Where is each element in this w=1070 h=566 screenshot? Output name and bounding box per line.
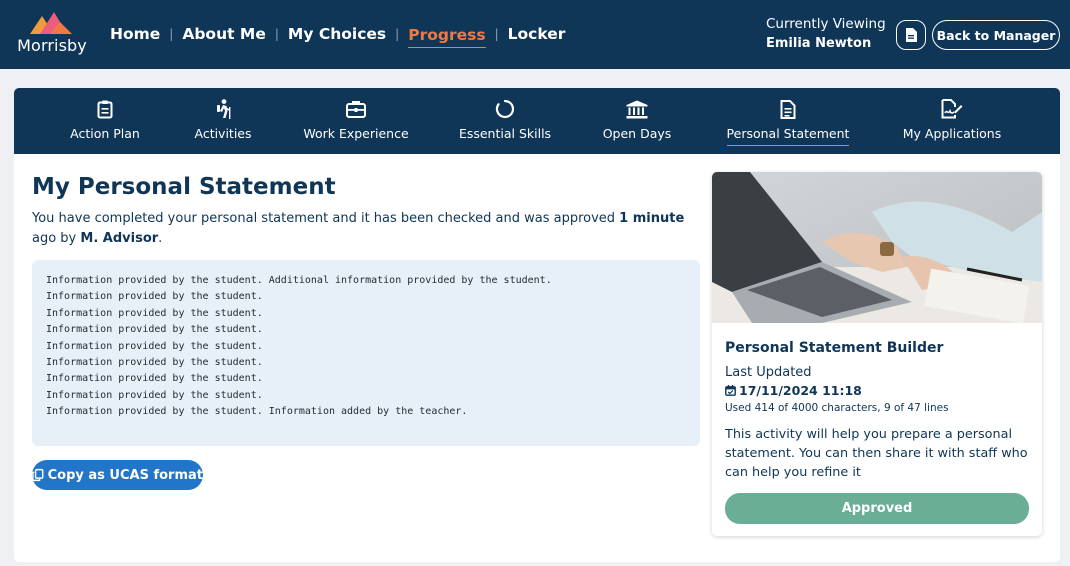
subnav-essential-skills-label: Essential Skills [458,126,552,141]
nav-my-choices[interactable]: My Choices [288,25,386,43]
clipboard-list-icon [97,98,113,120]
approval-status-text: You have completed your personal stateme… [32,209,702,249]
subnav-my-applications[interactable]: My Applications [900,88,1004,154]
copy-icon [32,468,44,482]
page-title: My Personal Statement [32,174,336,200]
currently-viewing-label: Currently Viewing [766,16,886,32]
statement-line: Information provided by the student. [46,373,263,385]
document-button[interactable] [896,20,926,50]
logo-mark-icon [30,12,72,34]
brand-name: Morrisby [17,36,87,55]
hiker-icon [215,98,232,120]
file-text-icon [780,98,796,120]
statement-line: Information provided by the student. Add… [46,275,552,286]
statement-builder-card: Personal Statement Builder Last Updated … [712,172,1042,536]
subnav-personal-statement-label: Personal Statement [726,126,850,146]
statement-line: Information provided by the student. [46,340,263,352]
builder-title: Personal Statement Builder [725,340,944,356]
nav-locker[interactable]: Locker [508,25,566,43]
subnav-open-days-label: Open Days [602,126,672,141]
copy-ucas-format-button[interactable]: Copy as UCAS format [32,460,203,490]
builder-description: This activity will help you prepare a pe… [725,427,1028,480]
brand-logo[interactable]: Morrisby [12,10,92,58]
statement-line: Information provided by the student. Inf… [46,406,468,418]
status-text-part: You have completed your personal stateme… [32,211,620,226]
character-usage: Used 414 of 4000 characters, 9 of 47 lin… [725,402,949,414]
subnav-activities-label: Activities [194,126,252,141]
top-bar: Morrisby Home | About Me | My Choices | … [0,0,1070,69]
subnav-action-plan[interactable]: Action Plan [70,88,140,154]
building-columns-icon [626,98,648,120]
subnav-work-experience[interactable]: Work Experience [303,88,409,154]
advisor-name: M. Advisor [80,231,159,246]
circle-progress-icon [495,98,515,120]
approved-status-badge: Approved [725,493,1029,524]
currently-viewing: Currently Viewing Emilia Newton [766,14,886,54]
personal-statement-text: Information provided by the student. Add… [32,260,700,446]
status-text-part: ago by [32,231,81,246]
top-navigation: Home | About Me | My Choices | Progress … [110,23,566,48]
nav-home[interactable]: Home [110,25,160,43]
nav-separator: | [494,27,499,41]
subnav-personal-statement[interactable]: Personal Statement [724,88,852,154]
nav-separator: | [395,27,400,41]
subnav-work-experience-label: Work Experience [303,126,409,141]
nav-separator: | [169,27,174,41]
subnav-action-plan-label: Action Plan [70,126,140,141]
subnav-essential-skills[interactable]: Essential Skills [458,88,552,154]
laptop-typing-photo [712,172,1042,323]
subnav-activities[interactable]: Activities [192,88,254,154]
main-card: Action Plan Activities Work Experience E… [14,88,1060,562]
calendar-icon [725,385,736,396]
document-icon [906,28,917,42]
viewed-user-name: Emilia Newton [766,36,872,51]
status-text-part: . [158,231,163,246]
file-signature-icon [941,98,963,120]
copy-ucas-format-label: Copy as UCAS format [47,467,203,483]
last-updated-date-value: 17/11/2024 11:18 [739,383,862,398]
nav-about-me[interactable]: About Me [182,25,266,43]
statement-line: Information provided by the student. [46,307,263,319]
nav-separator: | [274,27,279,41]
statement-line: Information provided by the student. [46,389,263,401]
progress-subnav: Action Plan Activities Work Experience E… [14,88,1060,154]
approval-time: 1 minute [619,211,685,226]
statement-line: Information provided by the student. [46,357,263,369]
back-to-manager-button[interactable]: Back to Manager [932,20,1060,50]
statement-line: Information provided by the student. [46,291,263,303]
subnav-open-days[interactable]: Open Days [602,88,672,154]
nav-progress[interactable]: Progress [408,26,486,48]
briefcase-icon [346,98,366,120]
statement-line: Information provided by the student. [46,324,263,336]
last-updated-date: 17/11/2024 11:18 [725,383,862,398]
last-updated-label: Last Updated [725,365,812,380]
subnav-my-applications-label: My Applications [902,126,1002,141]
